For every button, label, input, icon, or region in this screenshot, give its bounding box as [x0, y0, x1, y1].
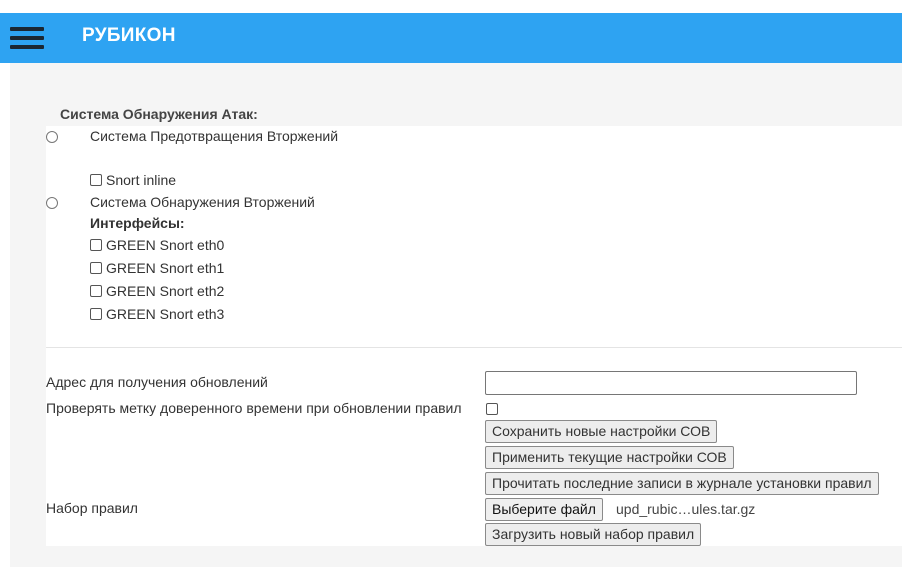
interface-label-eth3: GREEN Snort eth3: [106, 306, 225, 322]
menu-icon-bar: [10, 45, 44, 49]
update-address-label: Адрес для получения обновлений: [46, 374, 268, 390]
choose-file-button[interactable]: Выберите файл: [485, 498, 603, 521]
menu-icon-bar: [10, 36, 44, 40]
top-bar: РУБИКОН: [0, 13, 902, 63]
section-title: Система Обнаружения Атак:: [60, 106, 258, 122]
snort-inline-label: Snort inline: [106, 172, 177, 188]
menu-icon[interactable]: [10, 25, 46, 51]
interface-label-eth2: GREEN Snort eth2: [106, 283, 225, 299]
interface-checkbox-eth0[interactable]: [90, 239, 102, 251]
timestamp-check-checkbox[interactable]: [486, 403, 498, 415]
interfaces-heading: Интерфейсы:: [90, 215, 185, 231]
interface-checkbox-eth2[interactable]: [90, 285, 102, 297]
interface-checkbox-eth1[interactable]: [90, 262, 102, 274]
app-title: РУБИКОН: [82, 25, 176, 46]
interface-checkbox-eth3[interactable]: [90, 308, 102, 320]
ips-radio[interactable]: [46, 131, 58, 143]
timestamp-check-label: Проверять метку доверенного времени при …: [46, 400, 462, 416]
read-log-button[interactable]: Прочитать последние записи в журнале уст…: [485, 472, 879, 495]
snort-inline-checkbox[interactable]: [90, 174, 102, 186]
interface-label-eth1: GREEN Snort eth1: [106, 260, 225, 276]
interface-label-eth0: GREEN Snort eth0: [106, 237, 225, 253]
menu-icon-bar: [10, 27, 44, 31]
ruleset-label: Набор правил: [46, 500, 138, 516]
ids-radio-label: Система Обнаружения Вторжений: [90, 194, 315, 210]
panel-divider: [46, 347, 902, 348]
upload-ruleset-button[interactable]: Загрузить новый набор правил: [485, 523, 702, 546]
ips-radio-label: Система Предотвращения Вторжений: [90, 128, 339, 144]
ids-radio[interactable]: [46, 197, 58, 209]
save-settings-button[interactable]: Сохранить новые настройки СОВ: [485, 420, 718, 443]
selected-file-name: upd_rubic…ules.tar.gz: [616, 501, 756, 517]
apply-settings-button[interactable]: Применить текущие настройки СОВ: [485, 446, 734, 469]
update-address-input[interactable]: [485, 371, 857, 395]
